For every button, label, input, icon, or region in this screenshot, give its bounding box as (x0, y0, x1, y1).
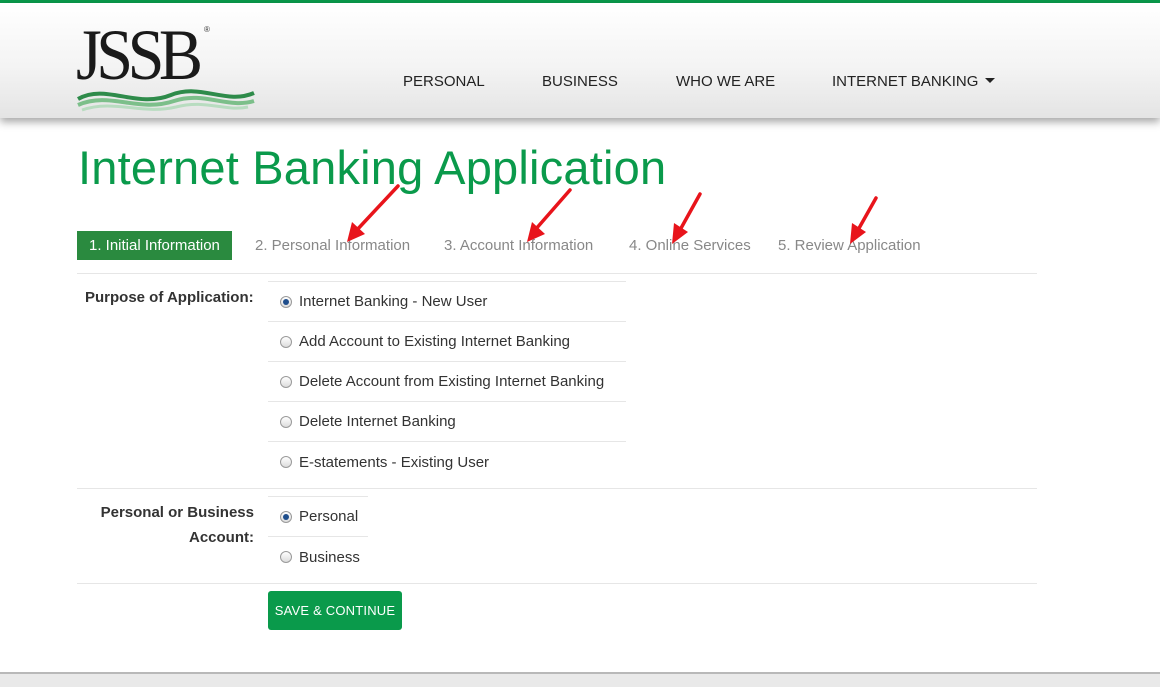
site-header: JSSB ® PERSONAL BUSINESS WHO WE ARE INTE… (0, 3, 1160, 118)
option-label: Delete Internet Banking (299, 413, 456, 430)
nav-personal[interactable]: PERSONAL (403, 73, 485, 90)
radio-button[interactable] (280, 510, 292, 523)
option-label: Personal (299, 508, 359, 525)
radio-button[interactable] (280, 295, 292, 308)
radio-button[interactable] (280, 375, 292, 388)
divider (77, 488, 1037, 489)
radio-button[interactable] (280, 335, 292, 348)
option-label: Add Account to Existing Internet Banking (299, 333, 571, 350)
option-label: E-statements - Existing User (299, 453, 490, 471)
purpose-radio-group: Internet Banking - New User Add Account … (268, 281, 626, 482)
annotation-arrow-icon (850, 196, 878, 244)
purpose-option-add-account[interactable]: Add Account to Existing Internet Banking (268, 322, 626, 362)
option-label: Business (299, 548, 360, 566)
annotation-arrow-icon (672, 192, 702, 244)
account-type-option-personal[interactable]: Personal (268, 497, 368, 537)
divider (77, 273, 1037, 274)
jssb-logo[interactable]: JSSB ® (76, 19, 256, 114)
nav-business[interactable]: BUSINESS (542, 73, 618, 90)
radio-button[interactable] (280, 415, 292, 428)
account-type-label-line1: Personal or Business (100, 504, 254, 521)
purpose-label: Purpose of Application: (85, 289, 254, 306)
nav-internet-banking-label: INTERNET BANKING (832, 73, 979, 90)
footer-bar (0, 672, 1160, 687)
purpose-option-estatements[interactable]: E-statements - Existing User (268, 442, 626, 482)
logo-waves-icon (77, 89, 255, 112)
nav-who-we-are-label: WHO WE ARE (676, 73, 776, 90)
purpose-option-delete-internet-banking[interactable]: Delete Internet Banking (268, 402, 626, 442)
purpose-option-delete-account[interactable]: Delete Account from Existing Internet Ba… (268, 362, 626, 402)
divider (77, 583, 1037, 584)
nav-internet-banking[interactable]: INTERNET BANKING (832, 73, 996, 90)
nav-personal-label: PERSONAL (403, 73, 485, 90)
radio-button[interactable] (280, 551, 292, 563)
radio-button[interactable] (280, 456, 292, 468)
save-and-continue-button[interactable]: SAVE & CONTINUE (268, 591, 402, 630)
option-label: Internet Banking - New User (299, 293, 488, 310)
account-type-radio-group: Personal Business (268, 496, 368, 577)
account-type-option-business[interactable]: Business (268, 537, 368, 577)
annotation-arrow-icon (347, 184, 400, 242)
option-label: Delete Account from Existing Internet Ba… (299, 373, 605, 390)
nav-business-label: BUSINESS (542, 73, 618, 90)
account-type-label-line2: Account: (189, 529, 254, 546)
step-initial-information[interactable]: 1. Initial Information (77, 231, 232, 260)
account-type-label: Personal or Business Account: (78, 500, 254, 550)
annotation-arrow-icon (527, 188, 572, 242)
caret-down-icon (985, 78, 996, 83)
step-label: 1. Initial Information (89, 237, 220, 254)
logo-registered-mark: ® (204, 25, 210, 34)
purpose-option-new-user[interactable]: Internet Banking - New User (268, 282, 626, 322)
nav-who-we-are[interactable]: WHO WE ARE (676, 73, 775, 90)
